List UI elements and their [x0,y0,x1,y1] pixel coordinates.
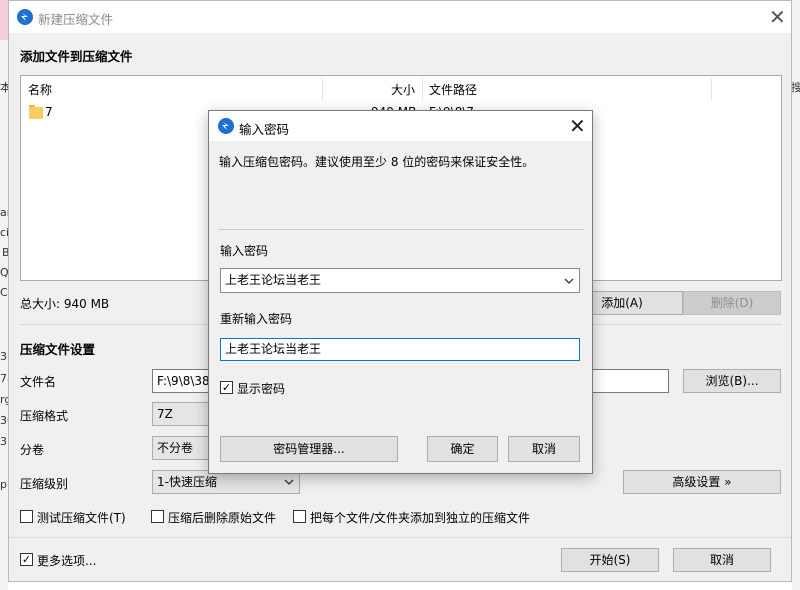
level-select-value: 1-快速压缩 [157,475,217,489]
checkmark-icon: ✓ [221,381,232,394]
password-input[interactable]: 上老王论坛当老王 [220,268,580,293]
column-header-path[interactable]: 文件路径 [429,81,477,98]
show-password-label[interactable]: 显示密码 [237,380,285,397]
format-label: 压缩格式 [20,409,69,423]
column-separator[interactable] [711,78,712,100]
window-titlebar[interactable]: 新建压缩文件 ✕ [9,1,791,33]
divider [9,537,791,538]
edge-text: p [0,478,7,491]
dialog-description: 输入压缩包密码。建议使用至少 8 位的密码来保证安全性。 [219,155,535,169]
advanced-settings-button[interactable]: 高级设置 » [623,470,781,494]
delete-original-checkbox[interactable] [151,510,164,523]
separate-archives-checkbox[interactable] [293,510,306,523]
chevron-down-icon[interactable] [564,276,574,286]
more-options-label[interactable]: 更多选项... [37,552,96,569]
delete-button[interactable]: 删除(D) [683,291,781,315]
reenter-password-label: 重新输入密码 [220,312,293,326]
show-password-checkbox[interactable]: ✓ [220,381,233,394]
delete-original-label[interactable]: 压缩后删除原始文件 [168,509,276,526]
column-header-name[interactable]: 名称 [28,81,52,98]
background-window-accent [0,0,8,40]
close-icon[interactable]: ✕ [769,7,786,27]
test-archive-checkbox[interactable] [20,510,33,523]
window-title: 新建压缩文件 [38,12,114,27]
section-settings-title: 压缩文件设置 [20,342,96,357]
edge-text: 搜 [791,81,800,94]
total-size: 总大小: 940 MB [20,297,110,311]
password-label: 输入密码 [220,244,269,258]
browse-button[interactable]: 浏览(B)... [683,369,781,393]
row-name: 7 [45,105,53,119]
section-add-title: 添加文件到压缩文件 [20,49,133,64]
ok-button[interactable]: 确定 [427,436,498,462]
column-separator[interactable] [322,78,323,100]
dialog-title: 输入密码 [239,122,290,137]
app-logo-icon [218,118,234,134]
separate-archives-label[interactable]: 把每个文件/文件夹添加到独立的压缩文件 [310,509,530,526]
dialog-titlebar[interactable]: 输入密码 ✕ [209,111,592,141]
column-header-size[interactable]: 大小 [391,81,415,98]
app-logo-icon [17,9,33,25]
password-dialog: 输入密码 ✕ 输入压缩包密码。建议使用至少 8 位的密码来保证安全性。 输入密码… [208,110,593,474]
split-label: 分卷 [20,443,45,457]
test-archive-label[interactable]: 测试压缩文件(T) [37,509,126,526]
dialog-cancel-button[interactable]: 取消 [508,436,580,462]
divider [219,229,584,230]
level-label: 压缩级别 [20,477,69,491]
chevron-down-icon [284,479,294,485]
password-manager-button[interactable]: 密码管理器... [220,436,398,462]
column-separator[interactable] [422,78,423,100]
checkmark-icon: ✓ [21,553,32,566]
cancel-button[interactable]: 取消 [673,548,771,572]
start-button[interactable]: 开始(S) [561,548,659,572]
filename-label: 文件名 [20,375,57,389]
dialog-close-icon[interactable]: ✕ [569,116,586,136]
folder-icon [29,107,43,119]
password-input-value: 上老王论坛当老王 [225,273,322,287]
more-options-checkbox[interactable]: ✓ [20,553,33,566]
reenter-password-input[interactable]: 上老王论坛当老王 [220,338,580,361]
